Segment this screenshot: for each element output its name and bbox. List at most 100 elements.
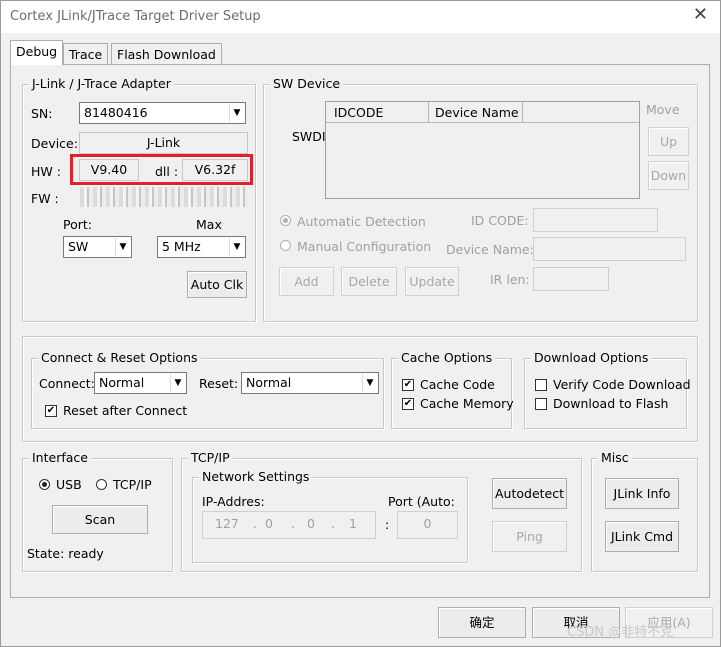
id-code-input[interactable] [533,208,658,232]
port-separator: : [385,517,390,532]
sn-value: 81480416 [84,105,148,120]
ip-dot: . [331,516,335,531]
tcp-port-input[interactable]: 0 [397,511,458,539]
ip-address-label: IP-Addres: [202,494,265,509]
cache-code-checkbox[interactable]: ✔ [402,379,414,391]
automatic-detection-label: Automatic Detection [297,214,426,229]
ir-len-input[interactable] [533,267,609,291]
usb-radio[interactable] [39,479,50,490]
max-clock-select[interactable]: 5 MHz ▼ [157,236,246,258]
reset-value: Normal [246,375,292,390]
chevron-down-icon: ▼ [362,374,377,392]
watermark: CSDN @非特不克 [567,625,674,640]
download-options-group: Download Options [524,350,687,429]
port-select[interactable]: SW ▼ [63,236,132,258]
tab-trace[interactable]: Trace [63,43,109,65]
ip-octet-2: 0 [265,516,273,531]
device-name-label: Device Name: [446,242,534,257]
window-title: Cortex JLink/JTrace Target Driver Setup [10,9,261,24]
connect-value: Normal [99,375,145,390]
connect-label: Connect: [39,376,95,391]
cache-code-label: Cache Code [420,377,495,392]
sn-label: SN: [31,106,53,121]
close-icon[interactable]: ✕ [693,4,708,25]
column-header-filler [523,102,639,123]
port-label: Port: [63,217,92,232]
ip-octet-3: 0 [307,516,315,531]
dialog-window: Cortex JLink/JTrace Target Driver Setup … [0,0,721,647]
ip-octet-4: 1 [349,516,357,531]
tcpip-radio[interactable] [96,479,107,490]
jlink-cmd-button[interactable]: JLink Cmd [605,521,679,552]
cache-options-group: Cache Options [391,350,512,429]
reset-after-connect-checkbox[interactable]: ✔ [45,405,57,417]
download-options-group-title: Download Options [531,350,652,366]
column-header-device-name[interactable]: Device Name [429,102,523,123]
misc-group: Misc [591,450,698,572]
tcpip-group-title: TCP/IP [188,450,233,466]
sw-device-group-title: SW Device [270,76,344,92]
jlink-info-button[interactable]: JLink Info [605,478,679,509]
move-label: Move [646,102,680,117]
update-button[interactable]: Update [405,267,459,296]
column-header-idcode[interactable]: IDCODE [326,102,429,123]
network-settings-group-title: Network Settings [199,469,313,485]
tab-debug[interactable]: Debug [10,40,64,65]
ping-button[interactable]: Ping [492,521,567,552]
adapter-group-title: J-Link / J-Trace Adapter [29,76,174,92]
reset-select[interactable]: Normal ▼ [241,372,379,394]
reset-label: Reset: [199,376,239,391]
cache-memory-checkbox[interactable]: ✔ [402,398,414,410]
ip-dot: . [253,516,257,531]
tcpip-radio-label: TCP/IP [113,477,152,492]
move-up-button[interactable]: Up [648,127,689,156]
fw-label: FW : [31,191,59,206]
max-label: Max [196,217,222,232]
state-text: State: ready [27,546,104,561]
tcp-port-label: Port (Auto: [388,494,455,509]
connect-select[interactable]: Normal ▼ [94,372,187,394]
tab-flash-download[interactable]: Flash Download [111,43,222,65]
cache-memory-label: Cache Memory [420,396,514,411]
swdi-label: SWDI [292,129,326,144]
scan-button[interactable]: Scan [52,505,148,534]
move-down-button[interactable]: Down [648,161,689,190]
device-label: Device: [31,136,78,151]
sn-select[interactable]: 81480416 ▼ [79,102,246,124]
usb-label: USB [56,477,82,492]
cache-options-group-title: Cache Options [398,350,496,366]
add-button[interactable]: Add [279,267,334,296]
ip-address-input[interactable]: 127 . 0 . 0 . 1 [202,511,376,539]
ip-dot: . [291,516,295,531]
device-table[interactable]: IDCODE Device Name [325,101,640,199]
device-field: J-Link [79,132,248,154]
port-value: SW [68,239,89,254]
manual-configuration-label: Manual Configuration [297,239,432,254]
autodetect-button[interactable]: Autodetect [492,478,567,509]
interface-group-title: Interface [29,450,91,466]
verify-code-download-checkbox[interactable] [535,379,547,391]
manual-configuration-radio[interactable] [280,240,291,251]
ok-button[interactable]: 确定 [438,607,526,638]
connect-reset-group-title: Connect & Reset Options [38,350,201,366]
device-name-input[interactable] [533,237,686,261]
chevron-down-icon: ▼ [170,374,185,392]
hw-label: HW : [31,164,61,179]
ir-len-label: IR len: [490,272,530,287]
misc-group-title: Misc [598,450,632,466]
auto-clk-button[interactable]: Auto Clk [187,271,247,298]
red-highlight-box [70,154,253,185]
chevron-down-icon: ▼ [229,238,244,256]
delete-button[interactable]: Delete [341,267,397,296]
fw-field-redacted [80,187,248,207]
chevron-down-icon: ▼ [229,104,244,122]
id-code-label: ID CODE: [471,213,529,228]
chevron-down-icon: ▼ [115,238,130,256]
download-to-flash-checkbox[interactable] [535,398,547,410]
automatic-detection-radio[interactable] [280,215,291,226]
verify-code-download-label: Verify Code Download [553,377,691,392]
title-bar: Cortex JLink/JTrace Target Driver Setup … [1,1,720,33]
reset-after-connect-label: Reset after Connect [63,403,188,418]
ip-octet-1: 127 [215,516,239,531]
download-to-flash-label: Download to Flash [553,396,669,411]
